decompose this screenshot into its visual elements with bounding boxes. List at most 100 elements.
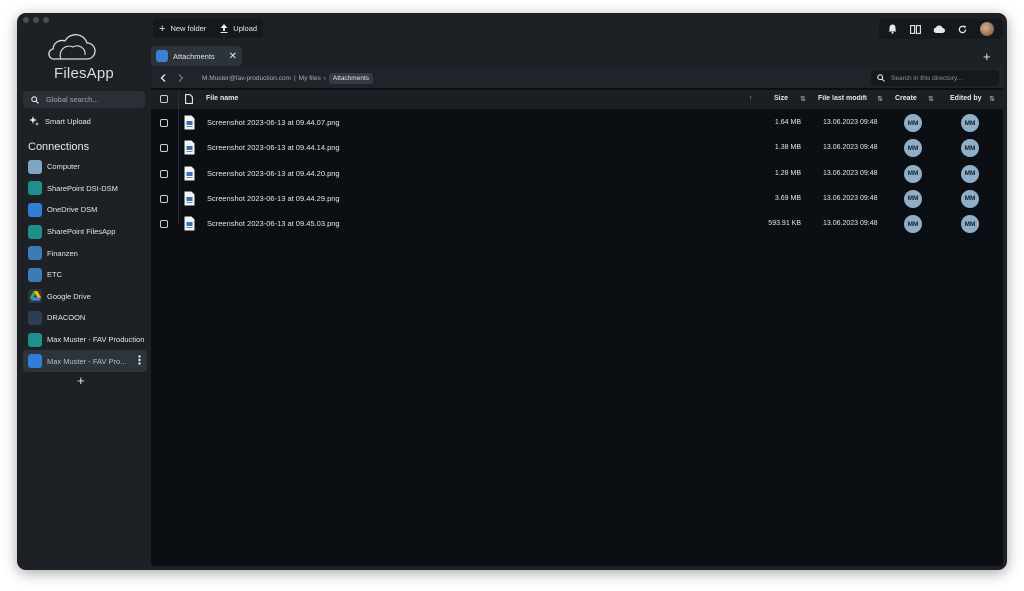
sidebar-connection-item[interactable]: Finanzen: [23, 242, 147, 264]
column-edited-by[interactable]: Edited by: [950, 95, 982, 102]
table-header: File name ↑ Size ⇅ File last modifi ⇅ Cr…: [151, 90, 1003, 109]
upload-button[interactable]: Upload: [220, 24, 257, 33]
file-size: 1.28 MB: [774, 169, 801, 177]
row-checkbox[interactable]: [160, 194, 168, 203]
column-created-by[interactable]: Create: [895, 95, 919, 102]
breadcrumb-current[interactable]: Attachments: [328, 72, 374, 84]
breadcrumb-separator: |: [293, 74, 296, 82]
new-folder-label: New folder: [170, 24, 207, 33]
new-folder-button[interactable]: + New folder: [159, 23, 206, 35]
computer-icon: [28, 159, 42, 174]
edited-by-avatar[interactable]: MM: [961, 114, 979, 132]
search-icon: [877, 74, 885, 82]
image-file-icon: [184, 166, 195, 181]
file-name[interactable]: Screenshot 2023-06-13 at 09.44.20.png: [207, 169, 340, 178]
table-row[interactable]: Screenshot 2023-06-13 at 09.44.07.png 1.6…: [151, 111, 1003, 136]
row-checkbox[interactable]: [160, 119, 168, 127]
cloud-icon[interactable]: [933, 25, 946, 33]
file-name[interactable]: Screenshot 2023-06-13 at 09.44.07.png: [207, 118, 340, 127]
onedrive-icon: [28, 354, 42, 369]
table-row[interactable]: Screenshot 2023-06-13 at 09.44.14.png 1.3…: [151, 136, 1003, 161]
more-options-icon[interactable]: [138, 355, 141, 367]
sidebar-connection-label: Computer: [47, 162, 80, 172]
created-by-avatar[interactable]: MM: [904, 139, 922, 158]
sidebar-connection-item[interactable]: SharePoint DSI-DSM: [23, 178, 147, 200]
directory-search[interactable]: [871, 70, 999, 86]
onedrive-icon: [28, 202, 42, 217]
connections-heading: Connections: [28, 141, 90, 153]
upload-label: Upload: [233, 24, 258, 33]
global-search-input[interactable]: [46, 95, 136, 104]
sort-icon[interactable]: ⇅: [989, 95, 995, 103]
sidebar-connection-item[interactable]: Computer: [23, 156, 147, 178]
column-file-name[interactable]: File name: [206, 95, 238, 102]
onedrive-icon: [156, 50, 168, 62]
tab-attachments[interactable]: Attachments ✕: [151, 46, 242, 66]
forward-arrow-icon[interactable]: [178, 74, 184, 82]
table-row[interactable]: Screenshot 2023-06-13 at 09.44.20.png 1.2…: [151, 162, 1003, 187]
table-row[interactable]: Screenshot 2023-06-13 at 09.45.03.png 593…: [151, 212, 1003, 237]
sidebar-connection-item[interactable]: OneDrive DSM: [23, 199, 147, 221]
connections-list: Computer SharePoint DSI-DSM OneDrive DSM Sh…: [23, 156, 147, 372]
refresh-icon[interactable]: [958, 24, 967, 34]
tab-label: Attachments: [173, 51, 215, 61]
sidebar-connection-label: Max Muster - FAV Production: [47, 335, 145, 345]
breadcrumb-my-files[interactable]: My files: [299, 75, 321, 82]
folder-box-icon: [28, 267, 42, 282]
column-size[interactable]: Size: [774, 95, 788, 102]
back-arrow-icon[interactable]: [160, 74, 166, 82]
split-view-icon[interactable]: [909, 24, 921, 34]
sidebar-connection-item[interactable]: Max Muster - FAV Pro...: [23, 350, 147, 372]
edited-by-avatar[interactable]: MM: [961, 139, 979, 158]
column-last-modified[interactable]: File last modifi: [818, 95, 870, 102]
sidebar-connection-item[interactable]: SharePoint FilesApp: [23, 221, 147, 243]
row-checkbox[interactable]: [160, 144, 168, 153]
file-modified: 13.06.2023 09:48: [823, 169, 878, 177]
file-modified: 13.06.2023 09:48: [823, 194, 878, 202]
app-logo-text: FilesApp: [54, 65, 114, 82]
sidebar-connection-item[interactable]: DRACOON: [23, 307, 147, 329]
sort-icon[interactable]: ⇅: [928, 95, 934, 103]
sidebar-connection-label: SharePoint DSI-DSM: [47, 183, 118, 193]
smart-upload-button[interactable]: Smart Upload: [29, 116, 91, 126]
sidebar-connection-label: OneDrive DSM: [47, 205, 98, 215]
row-checkbox[interactable]: [160, 220, 168, 229]
global-search[interactable]: [23, 91, 145, 108]
add-connection-button[interactable]: +: [77, 373, 85, 388]
edited-by-avatar[interactable]: MM: [961, 189, 979, 208]
file-size: 1.38 MB: [774, 144, 801, 152]
created-by-avatar[interactable]: MM: [904, 164, 922, 183]
sharepoint-icon: [28, 332, 42, 347]
close-icon[interactable]: ✕: [229, 51, 237, 62]
toolbar: + New folder Upload: [153, 19, 264, 38]
edited-by-avatar[interactable]: MM: [961, 215, 979, 234]
file-name[interactable]: Screenshot 2023-06-13 at 09.45.03.png: [207, 219, 340, 228]
bell-icon[interactable]: [888, 24, 897, 34]
top-right-actions: [879, 19, 1003, 39]
sidebar-connection-label: Max Muster - FAV Pro...: [47, 356, 127, 366]
add-tab-button[interactable]: +: [983, 49, 991, 64]
sort-icon[interactable]: ⇅: [800, 95, 806, 103]
file-name[interactable]: Screenshot 2023-06-13 at 09.44.29.png: [207, 194, 340, 203]
search-icon: [31, 95, 39, 104]
breadcrumb-chevron: ›: [323, 74, 326, 82]
table-row[interactable]: Screenshot 2023-06-13 at 09.44.29.png 3.6…: [151, 187, 1003, 212]
sort-asc-icon[interactable]: ↑: [749, 95, 753, 102]
sidebar-connection-label: DRACOON: [47, 313, 86, 323]
sort-icon[interactable]: ⇅: [877, 95, 883, 103]
directory-search-input[interactable]: [891, 74, 991, 82]
edited-by-avatar[interactable]: MM: [961, 164, 979, 183]
sidebar-connection-item[interactable]: Google Drive: [23, 286, 147, 308]
breadcrumb-account[interactable]: M.Muster@fav-production.com: [202, 75, 291, 82]
created-by-avatar[interactable]: MM: [904, 215, 922, 234]
sidebar-connection-item[interactable]: Max Muster - FAV Production: [23, 329, 147, 351]
dracoon-icon: [28, 310, 42, 325]
sidebar-connection-item[interactable]: ETC: [23, 264, 147, 286]
user-avatar[interactable]: [979, 22, 994, 36]
row-checkbox[interactable]: [160, 169, 168, 178]
created-by-avatar[interactable]: MM: [904, 114, 922, 132]
select-all-checkbox[interactable]: [160, 95, 168, 103]
file-name[interactable]: Screenshot 2023-06-13 at 09.44.14.png: [207, 143, 340, 152]
file-browser-panel: M.Muster@fav-production.com | My files ›…: [151, 68, 1003, 566]
created-by-avatar[interactable]: MM: [904, 189, 922, 208]
